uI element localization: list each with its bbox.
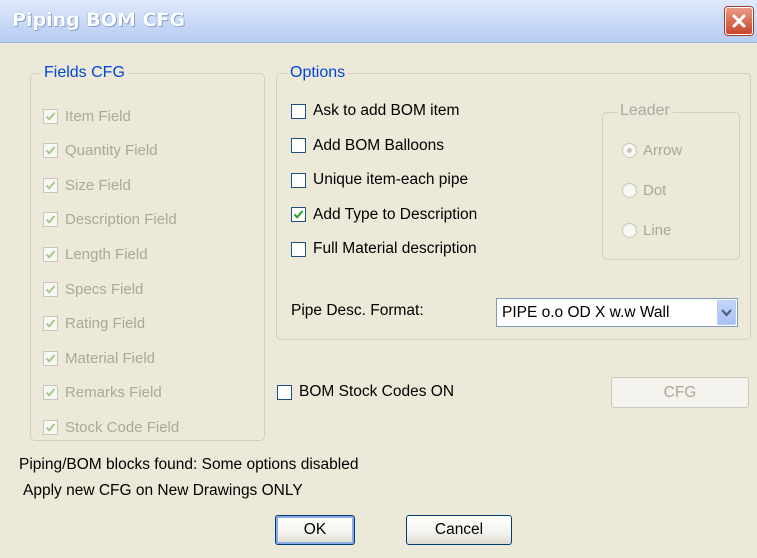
- field-checkbox: [43, 177, 58, 193]
- field-checkbox: [43, 143, 58, 159]
- field-label: Specs Field: [65, 280, 144, 298]
- checkmark-icon: [45, 111, 56, 121]
- checkmark-icon: [45, 354, 56, 363]
- field-label: Quantity Field: [65, 142, 158, 160]
- title-bar[interactable]: Piping BOM CFG: [0, 0, 757, 43]
- bom-stock-codes-checkbox-row[interactable]: BOM Stock Codes ON: [277, 381, 454, 403]
- checkmark-icon: [293, 210, 304, 219]
- leader-radio-dot: Dot: [622, 179, 666, 201]
- field-checkbox: [43, 246, 58, 262]
- field-checkbox: [43, 108, 58, 124]
- option-ask-to-add-bom-item[interactable]: Ask to add BOM item: [291, 100, 459, 122]
- fields-cfg-legend: Fields CFG: [41, 64, 128, 82]
- status-line-2: Apply new CFG on New Drawings ONLY: [23, 482, 303, 499]
- field-item-length-field: Length Field: [43, 243, 148, 265]
- radio-button: [622, 142, 637, 158]
- field-item-quantity-field: Quantity Field: [43, 140, 158, 162]
- close-icon: [732, 14, 746, 28]
- radio-button: [622, 222, 637, 238]
- checkmark-icon: [45, 181, 56, 190]
- field-label: Material Field: [65, 349, 156, 367]
- checkmark-icon: [45, 215, 56, 225]
- radio-button: [622, 182, 637, 198]
- option-add-type-to-description[interactable]: Add Type to Description: [291, 204, 477, 226]
- close-button[interactable]: [725, 7, 753, 35]
- leader-radio-arrow: Arrow: [622, 139, 682, 161]
- options-legend: Options: [287, 64, 349, 82]
- field-item-description-field: Description Field: [43, 209, 177, 231]
- option-add-bom-balloons[interactable]: Add BOM Balloons: [291, 135, 444, 157]
- dropdown-arrow-icon[interactable]: [717, 300, 736, 325]
- checkmark-icon: [45, 250, 56, 259]
- status-line-1: Piping/BOM blocks found: Some options di…: [19, 456, 359, 473]
- leader-legend: Leader: [617, 102, 673, 120]
- field-checkbox: [43, 385, 58, 401]
- field-label: Remarks Field: [65, 384, 162, 402]
- leader-radio-line: Line: [622, 219, 671, 241]
- checkmark-icon: [45, 319, 56, 328]
- cancel-button[interactable]: Cancel: [406, 515, 512, 545]
- bom-stock-codes-label: BOM Stock Codes ON: [299, 383, 455, 400]
- cfg-button[interactable]: CFG: [611, 377, 749, 408]
- ok-button[interactable]: OK: [275, 515, 355, 545]
- option-label: Add BOM Balloons: [313, 136, 444, 154]
- option-label: Full Material description: [313, 240, 477, 257]
- field-item-size-field: Size Field: [43, 174, 131, 196]
- checkmark-icon: [45, 388, 56, 398]
- field-item-item-field: Item Field: [43, 105, 131, 127]
- option-checkbox[interactable]: [291, 172, 306, 188]
- option-checkbox[interactable]: [291, 103, 306, 119]
- option-checkbox[interactable]: [291, 138, 306, 153]
- checkmark-icon: [45, 423, 56, 432]
- field-checkbox: [43, 212, 58, 228]
- pipe-desc-format-value: PIPE o.o OD X w.w Wall: [502, 303, 670, 321]
- field-checkbox: [43, 281, 58, 297]
- field-item-material-field: Material Field: [43, 347, 155, 369]
- field-label: Description Field: [65, 211, 177, 229]
- checkmark-icon: [45, 146, 56, 155]
- option-checkbox[interactable]: [291, 241, 306, 257]
- field-label: Rating Field: [65, 315, 146, 333]
- pipe-desc-format-select[interactable]: PIPE o.o OD X w.w Wall: [496, 298, 738, 327]
- option-unique-item-each-pipe[interactable]: Unique item-each pipe: [291, 169, 468, 191]
- option-full-material-description[interactable]: Full Material description: [291, 238, 477, 260]
- option-label: Add Type to Description: [313, 205, 478, 223]
- field-item-stock-code-field: Stock Code Field: [43, 416, 179, 438]
- leader-radio-label: Arrow: [643, 141, 683, 159]
- field-label: Item Field: [65, 107, 131, 125]
- pipe-desc-label: Pipe Desc. Format:: [291, 302, 424, 319]
- field-checkbox: [43, 316, 58, 332]
- cancel-button-label: Cancel: [434, 521, 484, 538]
- checkmark-icon: [45, 284, 56, 294]
- field-label: Stock Code Field: [65, 418, 180, 436]
- cfg-button-label: CFG: [663, 383, 697, 401]
- field-label: Size Field: [65, 176, 131, 194]
- leader-radio-label: Line: [643, 221, 672, 239]
- field-item-rating-field: Rating Field: [43, 313, 145, 335]
- field-item-remarks-field: Remarks Field: [43, 382, 162, 404]
- bom-stock-codes-checkbox[interactable]: [277, 384, 292, 400]
- field-checkbox: [43, 350, 58, 366]
- option-label: Unique item-each pipe: [313, 171, 469, 188]
- ok-button-label: OK: [303, 521, 327, 538]
- leader-radio-label: Dot: [643, 181, 667, 199]
- window-title: Piping BOM CFG: [12, 9, 185, 31]
- field-label: Length Field: [65, 245, 148, 263]
- option-label: Ask to add BOM item: [313, 102, 460, 119]
- field-checkbox: [43, 419, 58, 435]
- option-checkbox[interactable]: [291, 207, 306, 222]
- field-item-specs-field: Specs Field: [43, 278, 143, 300]
